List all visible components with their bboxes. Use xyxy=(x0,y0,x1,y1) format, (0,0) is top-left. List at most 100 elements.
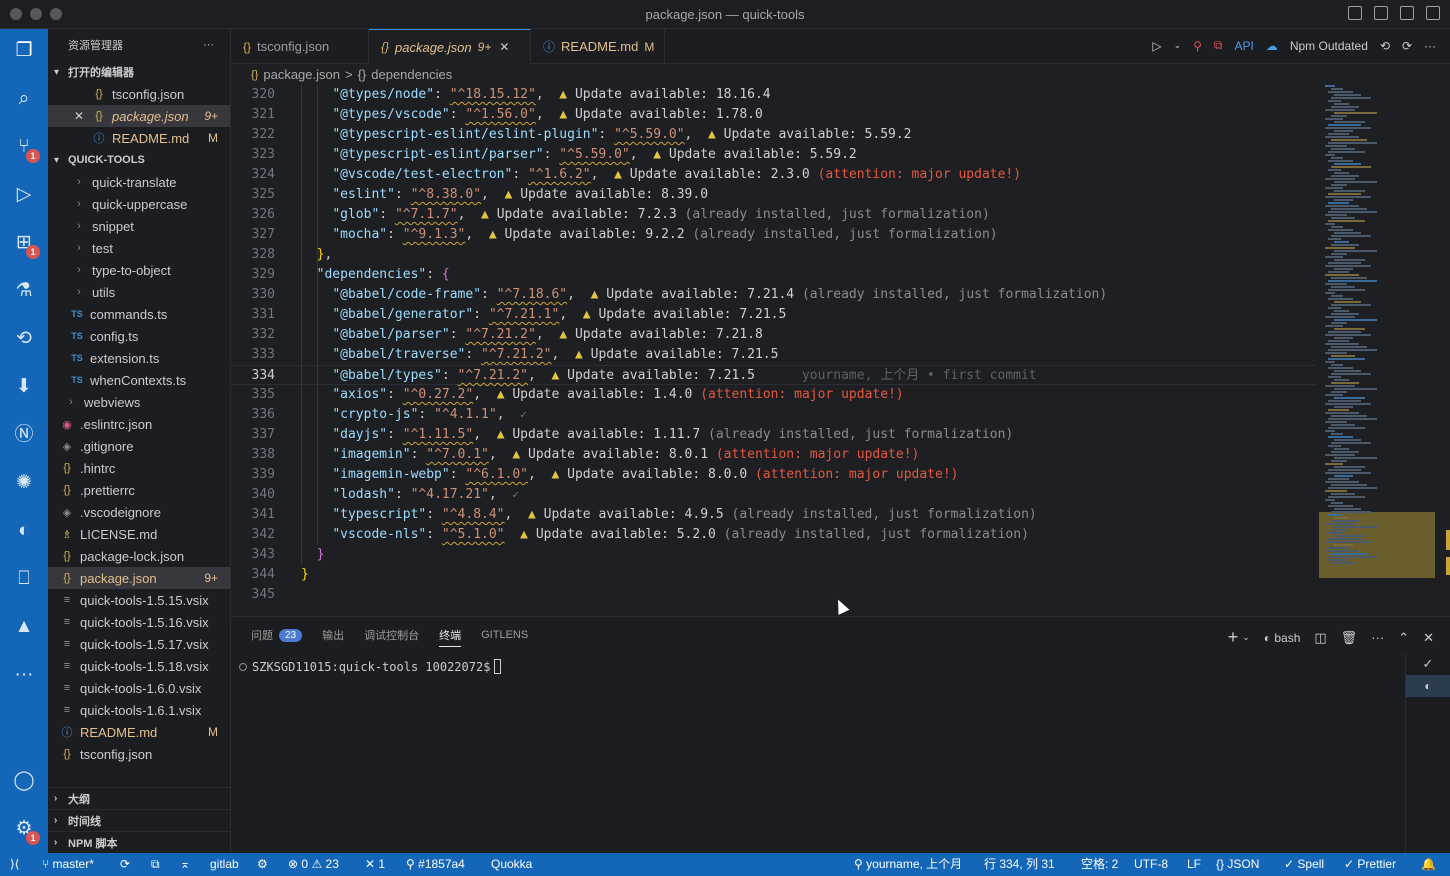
file-tree-item[interactable]: › quick-translate xyxy=(48,171,230,193)
tab-output[interactable]: 输出 xyxy=(322,617,344,653)
toggle-panel-icon[interactable] xyxy=(1374,6,1388,20)
close-icon[interactable]: ✕ xyxy=(499,40,509,54)
zoom-window-icon[interactable] xyxy=(50,8,62,20)
customize-layout-icon[interactable] xyxy=(1426,6,1440,20)
pin-icon[interactable]: ⚲ xyxy=(1193,39,1202,53)
remote-icon[interactable]: ⟩⟨ xyxy=(10,853,19,876)
sync-icon[interactable]: ⟳ xyxy=(120,853,130,876)
breadcrumb-file[interactable]: package.json xyxy=(263,67,340,82)
api-button[interactable]: API xyxy=(1234,39,1253,53)
close-window-icon[interactable] xyxy=(10,8,22,20)
eol-status[interactable]: LF xyxy=(1187,853,1201,876)
encoding-status[interactable]: UTF-8 xyxy=(1134,853,1168,876)
close-icon[interactable]: ✕ xyxy=(74,109,84,123)
tab-terminal[interactable]: 终端 xyxy=(439,617,462,653)
more-icon[interactable]: ··· xyxy=(1371,630,1384,645)
maximize-panel-icon[interactable]: ⌃ xyxy=(1398,630,1409,646)
extensions-icon[interactable]: ⊞ 1 xyxy=(12,231,40,259)
open-editor-item[interactable]: {} tsconfig.json xyxy=(48,83,230,105)
azure-icon[interactable]: ▲ xyxy=(12,615,36,639)
search-icon[interactable]: ⌕ xyxy=(12,87,36,111)
file-tree-item[interactable]: TS whenContexts.ts xyxy=(48,369,230,391)
split-terminal-icon[interactable]: ◫ xyxy=(1314,630,1326,646)
more-icon[interactable]: ··· xyxy=(12,663,36,687)
quokka-status[interactable]: Quokka xyxy=(491,853,532,876)
bookmark-icon[interactable]: ⎕ xyxy=(12,567,36,591)
minimize-window-icon[interactable] xyxy=(30,8,42,20)
toggle-secondary-sidebar-icon[interactable] xyxy=(1400,6,1414,20)
minimap[interactable] xyxy=(1319,85,1449,585)
tab-problems[interactable]: 问题 23 xyxy=(251,617,303,653)
file-tree-item[interactable]: {} package.json 9+ xyxy=(48,567,230,589)
outline-section[interactable]: › 大纲 xyxy=(48,787,230,809)
forward-icon[interactable]: ⟳ xyxy=(1402,39,1412,53)
file-tree-item[interactable]: {} tsconfig.json xyxy=(48,743,230,765)
cloud-icon[interactable]: ☁ xyxy=(1266,39,1278,53)
file-tree-item[interactable]: › test xyxy=(48,237,230,259)
indentation-status[interactable]: 空格: 2 xyxy=(1081,853,1118,876)
file-tree-item[interactable]: ≡ quick-tools-1.5.16.vsix xyxy=(48,611,230,633)
project-section[interactable]: ▾ QUICK-TOOLS xyxy=(48,149,230,171)
npm-scripts-section[interactable]: › NPM 脚本 xyxy=(48,831,230,853)
gitlens-icon[interactable]: ⟲ xyxy=(12,327,36,351)
tab-readme[interactable]: ⓘ README.md M xyxy=(531,29,665,64)
breadcrumb-symbol[interactable]: dependencies xyxy=(371,67,452,82)
toggle-sidebar-icon[interactable] xyxy=(1348,6,1362,20)
terminal-shell-selector[interactable]: ◐ bash xyxy=(1264,631,1301,645)
cursor-position[interactable]: 行 334, 列 31 xyxy=(984,853,1055,876)
file-tree-item[interactable]: TS config.ts xyxy=(48,325,230,347)
file-tree-item[interactable]: ◈ .vscodeignore xyxy=(48,501,230,523)
file-tree-item[interactable]: › type-to-object xyxy=(48,259,230,281)
branch-indicator[interactable]: ⑂ master* xyxy=(42,853,94,876)
docker-icon[interactable]: ⬇ xyxy=(12,375,36,399)
file-tree-item[interactable]: › webviews xyxy=(48,391,230,413)
notion-icon[interactable]: Ⓝ xyxy=(12,423,36,447)
file-tree-item[interactable]: ≡ quick-tools-1.5.18.vsix xyxy=(48,655,230,677)
explorer-icon[interactable]: ❐ xyxy=(12,39,36,63)
window-controls[interactable] xyxy=(10,8,62,20)
file-tree-item[interactable]: ≡ quick-tools-1.6.1.vsix xyxy=(48,699,230,721)
source-control-icon[interactable]: ⑂ 1 xyxy=(12,135,40,163)
file-tree-item[interactable]: › utils xyxy=(48,281,230,303)
testing-icon[interactable]: ⚗ xyxy=(12,279,36,303)
more-actions-icon[interactable]: ··· xyxy=(1424,39,1436,53)
file-tree-item[interactable]: TS commands.ts xyxy=(48,303,230,325)
problems-status[interactable]: ⊗ 0 ⚠ 23 xyxy=(288,853,339,876)
settings-gear-icon[interactable]: ⚙ 1 xyxy=(12,817,40,845)
timeline-section[interactable]: › 时间线 xyxy=(48,809,230,831)
file-tree-item[interactable]: ♗ LICENSE.md xyxy=(48,523,230,545)
terminal-output[interactable]: SZKSGD11015:quick-tools 10022072$ xyxy=(239,659,502,674)
code-editor[interactable]: 320 "@types/node": "^18.15.12", ▲ Update… xyxy=(231,85,1450,616)
trash-icon[interactable]: 🗑 xyxy=(1341,630,1358,646)
pipeline-icon[interactable]: ⚙ xyxy=(257,853,268,876)
new-terminal-icon[interactable]: + xyxy=(1228,627,1239,648)
open-editors-section[interactable]: ▾ 打开的编辑器 xyxy=(48,61,230,83)
edge-icon[interactable]: ◐ xyxy=(12,519,36,543)
spell-status[interactable]: ✓ Spell xyxy=(1284,853,1324,876)
language-status[interactable]: {} JSON xyxy=(1216,853,1259,876)
npm-outdated-button[interactable]: Npm Outdated xyxy=(1290,39,1368,53)
file-tree-item[interactable]: ◉ .eslintrc.json xyxy=(48,413,230,435)
chatgpt-icon[interactable]: ✺ xyxy=(12,471,36,495)
file-tree-item[interactable]: {} .hintrc xyxy=(48,457,230,479)
commit-status[interactable]: ⚲ #1857a4 xyxy=(406,853,465,876)
chevron-down-icon[interactable]: ⌄ xyxy=(1242,632,1250,643)
ports-status[interactable]: ✕ 1 xyxy=(365,853,385,876)
gitlab-status[interactable]: gitlab xyxy=(210,853,239,876)
open-editor-item[interactable]: ⓘ README.md M xyxy=(48,127,230,149)
tab-debug-console[interactable]: 调试控制台 xyxy=(364,617,419,653)
file-tree-item[interactable]: ≡ quick-tools-1.5.15.vsix xyxy=(48,589,230,611)
run-icon[interactable]: ▷ xyxy=(1152,39,1161,53)
back-icon[interactable]: ⟲ xyxy=(1380,39,1390,53)
explorer-more-button[interactable]: ··· xyxy=(203,39,214,51)
prettier-status[interactable]: ✓ Prettier xyxy=(1344,853,1396,876)
file-tree-item[interactable]: › snippet xyxy=(48,215,230,237)
terminal-check-icon[interactable]: ✓ xyxy=(1406,653,1450,675)
run-debug-icon[interactable]: ▷ xyxy=(12,183,36,207)
publish-icon[interactable]: ⌅ xyxy=(180,853,190,876)
file-tree-item[interactable]: ◈ .gitignore xyxy=(48,435,230,457)
blame-status[interactable]: ⚲ yourname, 上个月 xyxy=(854,853,962,876)
account-icon[interactable]: ◯ xyxy=(12,769,36,793)
tab-tsconfig[interactable]: {} tsconfig.json xyxy=(231,29,369,64)
copy-icon[interactable]: ⧉ xyxy=(151,853,160,876)
